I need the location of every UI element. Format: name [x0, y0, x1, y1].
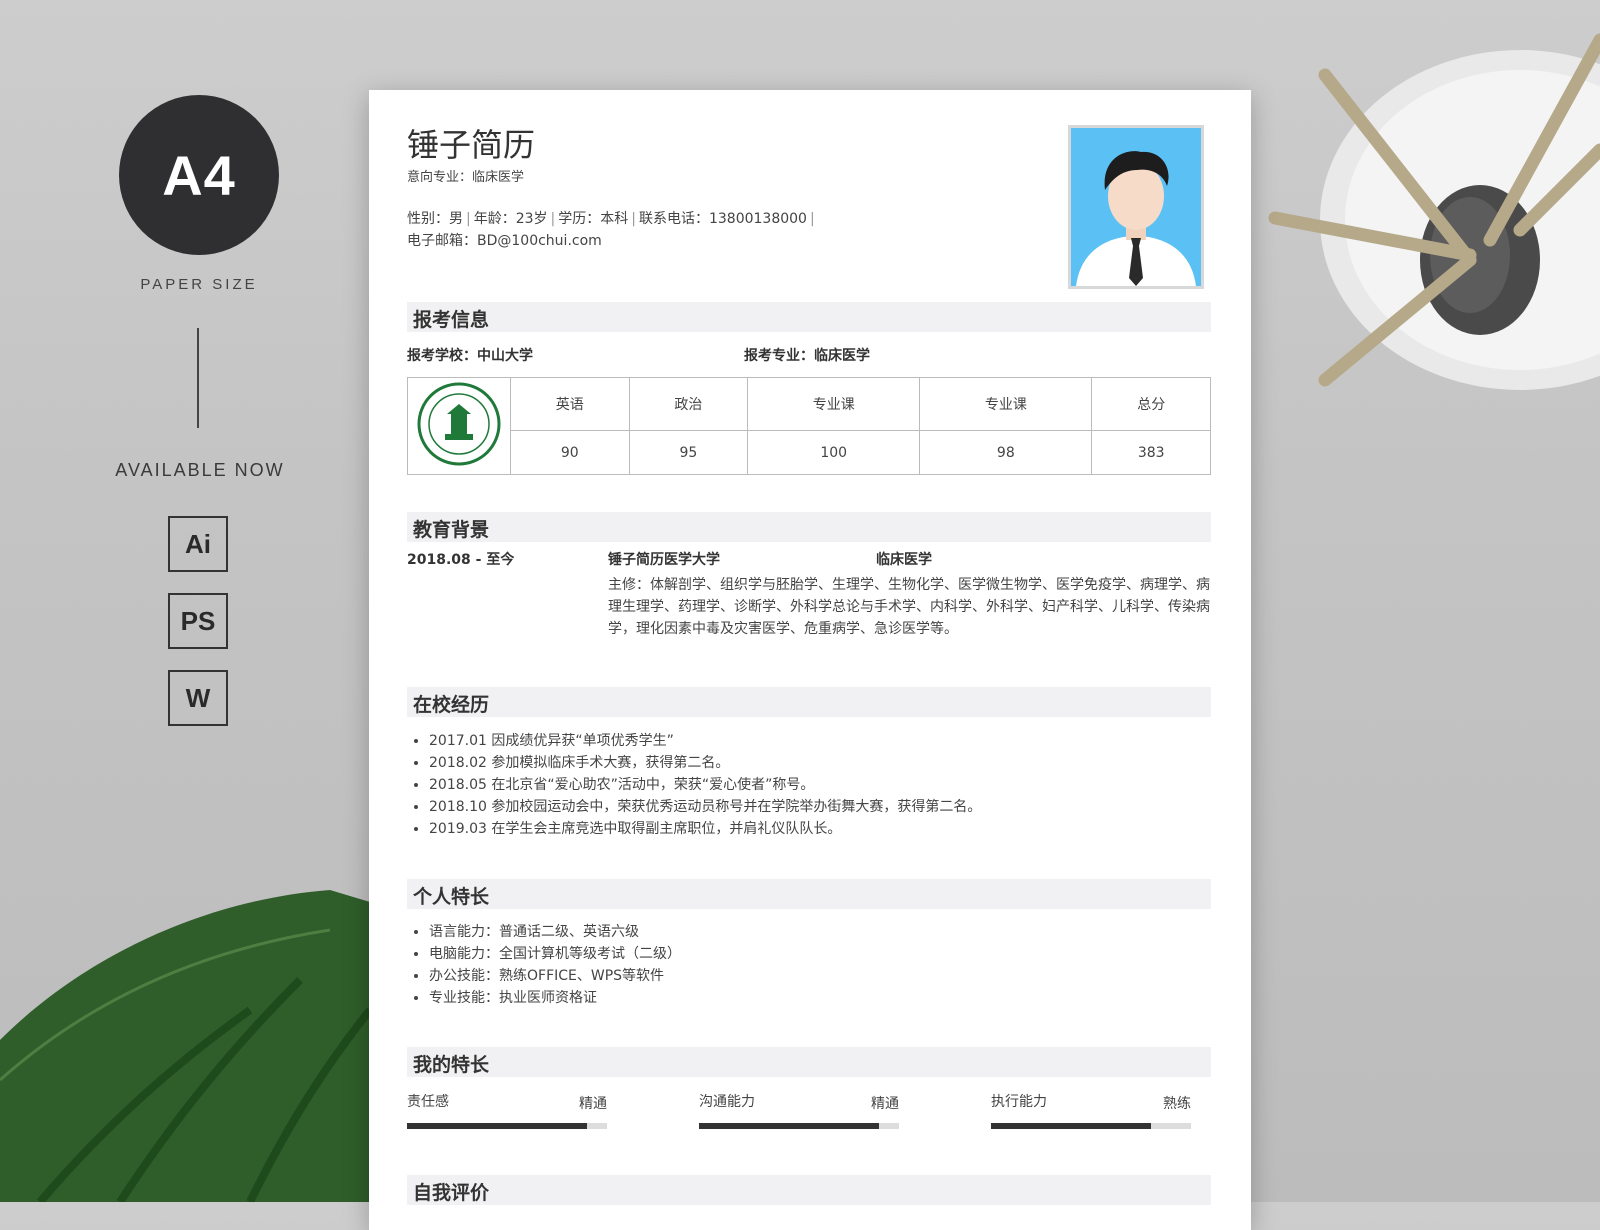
section-self-eval-title: 自我评价	[413, 1182, 490, 1204]
leaf-decor	[0, 890, 380, 1202]
exam-major: 报考专业：临床医学	[744, 348, 870, 364]
education-info: 学历：本科	[558, 211, 629, 227]
skill-name: 责任感	[407, 1094, 449, 1110]
skill-bar	[407, 1123, 607, 1129]
section-education: 教育背景	[407, 512, 1211, 542]
section-exam-title: 报考信息	[413, 309, 490, 331]
divider-line	[197, 328, 199, 428]
education-school: 锤子简历医学大学	[608, 552, 720, 568]
list-item: 电脑能力：全国计算机等级考试（二级）	[429, 943, 681, 965]
education-major: 临床医学	[876, 552, 932, 568]
talents-list: 语言能力：普通话二级、英语六级 电脑能力：全国计算机等级考试（二级） 办公技能：…	[407, 921, 681, 1009]
score-header: 英语	[510, 376, 630, 432]
score-value: 100	[747, 430, 921, 475]
skill-level: 精通	[579, 1096, 607, 1112]
score-value: 90	[510, 430, 630, 475]
skill-name: 沟通能力	[699, 1094, 755, 1110]
section-skills-title: 我的特长	[413, 1054, 490, 1076]
university-logo-icon	[417, 382, 501, 466]
section-self-eval: 自我评价	[407, 1175, 1211, 1205]
score-value: 383	[1091, 430, 1211, 475]
skill-bar	[991, 1123, 1191, 1129]
intended-major: 意向专业：临床医学	[407, 170, 525, 185]
score-value: 98	[919, 430, 1093, 475]
section-talents-title: 个人特长	[413, 886, 490, 908]
score-header: 总分	[1091, 376, 1211, 432]
section-campus-title: 在校经历	[413, 694, 490, 716]
a4-badge: A4	[119, 95, 279, 255]
section-skills: 我的特长	[407, 1047, 1211, 1077]
resume-paper: 锤子简历 意向专业：临床医学 性别：男 | 年龄：23岁 | 学历：本科 | 联系电话：13…	[369, 90, 1251, 1230]
personal-info-line: 性别：男 | 年龄：23岁 | 学历：本科 | 联系电话：13800138000 |	[407, 211, 815, 227]
a4-badge-label: A4	[162, 143, 236, 207]
section-exam: 报考信息	[407, 302, 1211, 332]
score-table-header-row: 英语 政治 专业课 专业课 总分	[407, 376, 1211, 475]
exam-school: 报考学校：中山大学	[407, 348, 533, 364]
score-value: 95	[628, 430, 749, 475]
list-item: 语言能力：普通话二级、英语六级	[429, 921, 681, 943]
score-table: 英语 政治 专业课 专业课 总分 90 95 100 98 383	[407, 376, 1211, 475]
list-item: 2017.01 因成绩优异获“单项优秀学生”	[429, 730, 981, 752]
score-header: 政治	[628, 376, 749, 432]
profile-photo	[1068, 125, 1204, 289]
paper-size-label: PAPER SIZE	[140, 276, 258, 293]
skill-level: 精通	[871, 1096, 899, 1112]
education-courses: 主修：体解剖学、组织学与胚胎学、生理学、生物化学、医学微生物学、医学免疫学、病理…	[608, 577, 1210, 637]
format-word-badge: W	[168, 670, 228, 726]
section-education-title: 教育背景	[413, 519, 490, 541]
gender-info: 性别：男	[407, 211, 463, 227]
score-header: 专业课	[919, 376, 1093, 432]
available-now-label: AVAILABLE NOW	[115, 460, 285, 480]
vase-decor	[1320, 50, 1600, 390]
list-item: 专业技能：执业医师资格证	[429, 987, 681, 1009]
skill-bar-fill	[699, 1123, 879, 1129]
list-item: 2018.02 参加模拟临床手术大赛，获得第二名。	[429, 752, 981, 774]
list-item: 2018.05 在北京省“爱心助农”活动中，荣获“爱心使者”称号。	[429, 774, 981, 796]
resume-name: 锤子简历	[407, 126, 536, 164]
skill-bar-fill	[407, 1123, 587, 1129]
education-period: 2018.08 - 至今	[407, 552, 515, 568]
score-table-value-row: 90 95 100 98 383	[408, 430, 1211, 475]
section-campus: 在校经历	[407, 687, 1211, 717]
phone-info: 联系电话：13800138000	[638, 211, 807, 227]
skill-level: 熟练	[1163, 1096, 1191, 1112]
score-header: 专业课	[747, 376, 921, 432]
skill-bar	[699, 1123, 899, 1129]
list-item: 办公技能：熟练OFFICE、WPS等软件	[429, 965, 681, 987]
campus-list: 2017.01 因成绩优异获“单项优秀学生” 2018.02 参加模拟临床手术大…	[407, 730, 981, 840]
university-logo-cell	[407, 377, 511, 475]
format-ai-badge: Ai	[168, 516, 228, 572]
section-talents: 个人特长	[407, 879, 1211, 909]
email-info: 电子邮箱：BD@100chui.com	[407, 233, 602, 249]
skill-name: 执行能力	[991, 1094, 1047, 1110]
list-item: 2019.03 在学生会主席竞选中取得副主席职位，并肩礼仪队队长。	[429, 818, 981, 840]
age-info: 年龄：23岁	[473, 211, 548, 227]
format-ps-badge: PS	[168, 593, 228, 649]
skill-bar-fill	[991, 1123, 1151, 1129]
list-item: 2018.10 参加校园运动会中，荣获优秀运动员称号并在学院举办街舞大赛，获得第…	[429, 796, 981, 818]
sticks-decor	[1268, 33, 1600, 387]
